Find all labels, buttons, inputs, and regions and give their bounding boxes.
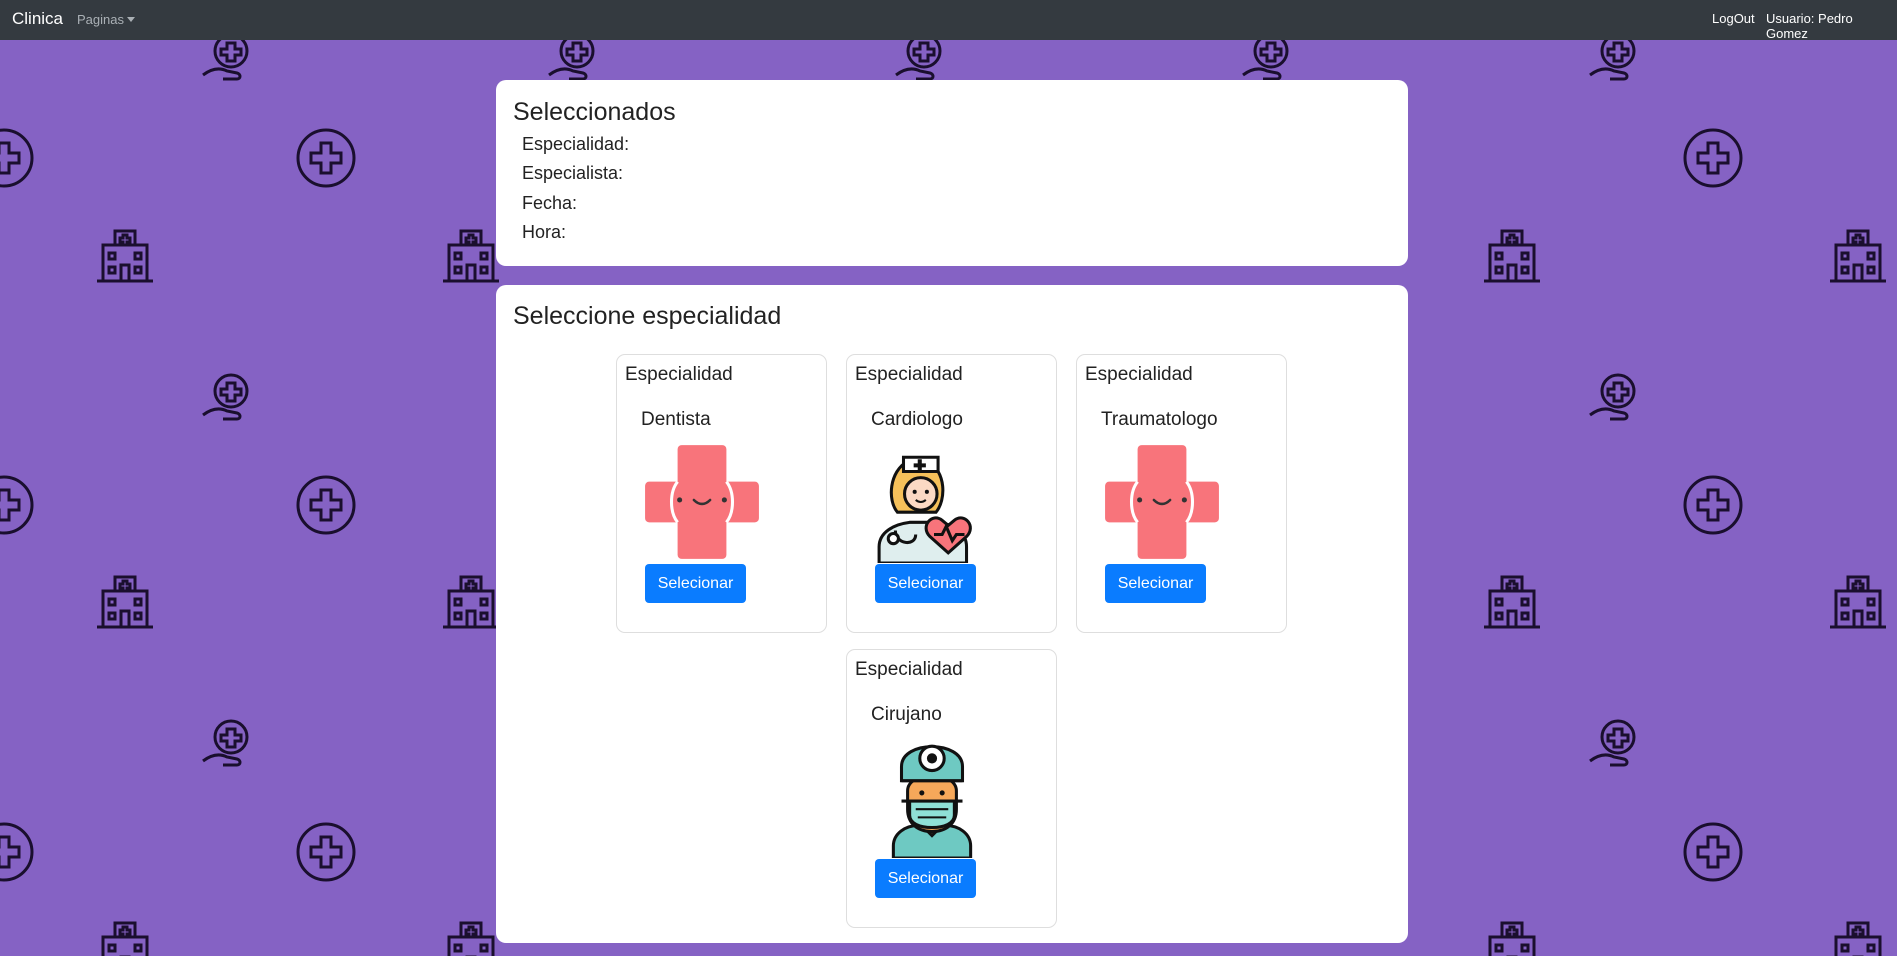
logout-link[interactable]: LogOut (1712, 11, 1755, 26)
card-header: Especialidad (625, 364, 733, 385)
specialty-panel-title: Seleccione especialidad (513, 302, 782, 330)
select-cirujano-button[interactable]: Selecionar (875, 859, 976, 898)
selected-specialist-label: Especialista: (522, 163, 624, 183)
hand-cross-icon (1584, 711, 1648, 775)
navbar-brand[interactable]: Clinica (12, 9, 63, 29)
hospital-icon (439, 915, 503, 956)
hospital-icon (1826, 223, 1890, 287)
card-header: Especialidad (1085, 364, 1193, 385)
selected-date-label: Fecha: (522, 193, 578, 213)
circle-plus-icon (294, 820, 358, 884)
circle-plus-icon (1681, 126, 1745, 190)
select-cardiologo-button[interactable]: Selecionar (875, 564, 976, 603)
selected-specialty-label: Especialidad: (522, 134, 630, 154)
circle-plus-icon (0, 820, 36, 884)
hospital-icon (1480, 569, 1544, 633)
circle-plus-icon (0, 473, 36, 537)
circle-plus-icon (1681, 820, 1745, 884)
card-specialty-name: Dentista (641, 409, 711, 430)
hospital-icon (1826, 915, 1890, 956)
select-dentista-button[interactable]: Selecionar (645, 564, 746, 603)
pages-dropdown-label: Paginas (77, 12, 124, 27)
hospital-icon (1480, 915, 1544, 956)
hand-cross-icon (197, 711, 261, 775)
pages-dropdown[interactable]: Paginas (77, 12, 135, 27)
user-label: Usuario: Pedro Gomez (1766, 11, 1853, 41)
specialty-card-cardiologo: Especialidad Cardiologo Selecionar (846, 354, 1057, 633)
selected-summary-panel: Seleccionados Especialidad: Especialista… (496, 80, 1408, 266)
select-traumatologo-button[interactable]: Selecionar (1105, 564, 1206, 603)
hand-cross-icon (197, 40, 261, 89)
caret-down-icon (126, 17, 135, 22)
circle-plus-icon (294, 126, 358, 190)
hospital-icon (93, 223, 157, 287)
red-cross-smile-icon (1101, 441, 1223, 563)
selected-time-label: Hora: (522, 222, 567, 242)
specialty-card-dentista: Especialidad Dentista Selecionar (616, 354, 827, 633)
hospital-icon (1480, 223, 1544, 287)
card-specialty-name: Cirujano (871, 704, 942, 725)
card-header: Especialidad (855, 364, 963, 385)
circle-plus-icon (294, 473, 358, 537)
selected-title: Seleccionados (513, 98, 676, 126)
hospital-icon (439, 569, 503, 633)
hand-cross-icon (197, 365, 261, 429)
surgeon-icon (871, 736, 993, 860)
hospital-icon (1826, 569, 1890, 633)
hand-cross-icon (1584, 40, 1648, 89)
red-cross-smile-icon (641, 441, 763, 563)
card-specialty-name: Cardiologo (871, 409, 963, 430)
specialty-card-traumatologo: Especialidad Traumatologo Selecionar (1076, 354, 1287, 633)
hospital-icon (93, 569, 157, 633)
nurse-heart-icon (873, 441, 995, 565)
card-specialty-name: Traumatologo (1101, 409, 1218, 430)
specialty-card-cirujano: Especialidad Cirujano Selecionar (846, 649, 1057, 928)
hospital-icon (439, 223, 503, 287)
hospital-icon (93, 915, 157, 956)
specialty-panel: Seleccione especialidad Especialidad Den… (496, 285, 1408, 943)
circle-plus-icon (0, 126, 36, 190)
circle-plus-icon (1681, 473, 1745, 537)
navbar: Clinica Paginas LogOut Usuario: Pedro Go… (0, 0, 1897, 41)
hand-cross-icon (1584, 365, 1648, 429)
card-header: Especialidad (855, 659, 963, 680)
